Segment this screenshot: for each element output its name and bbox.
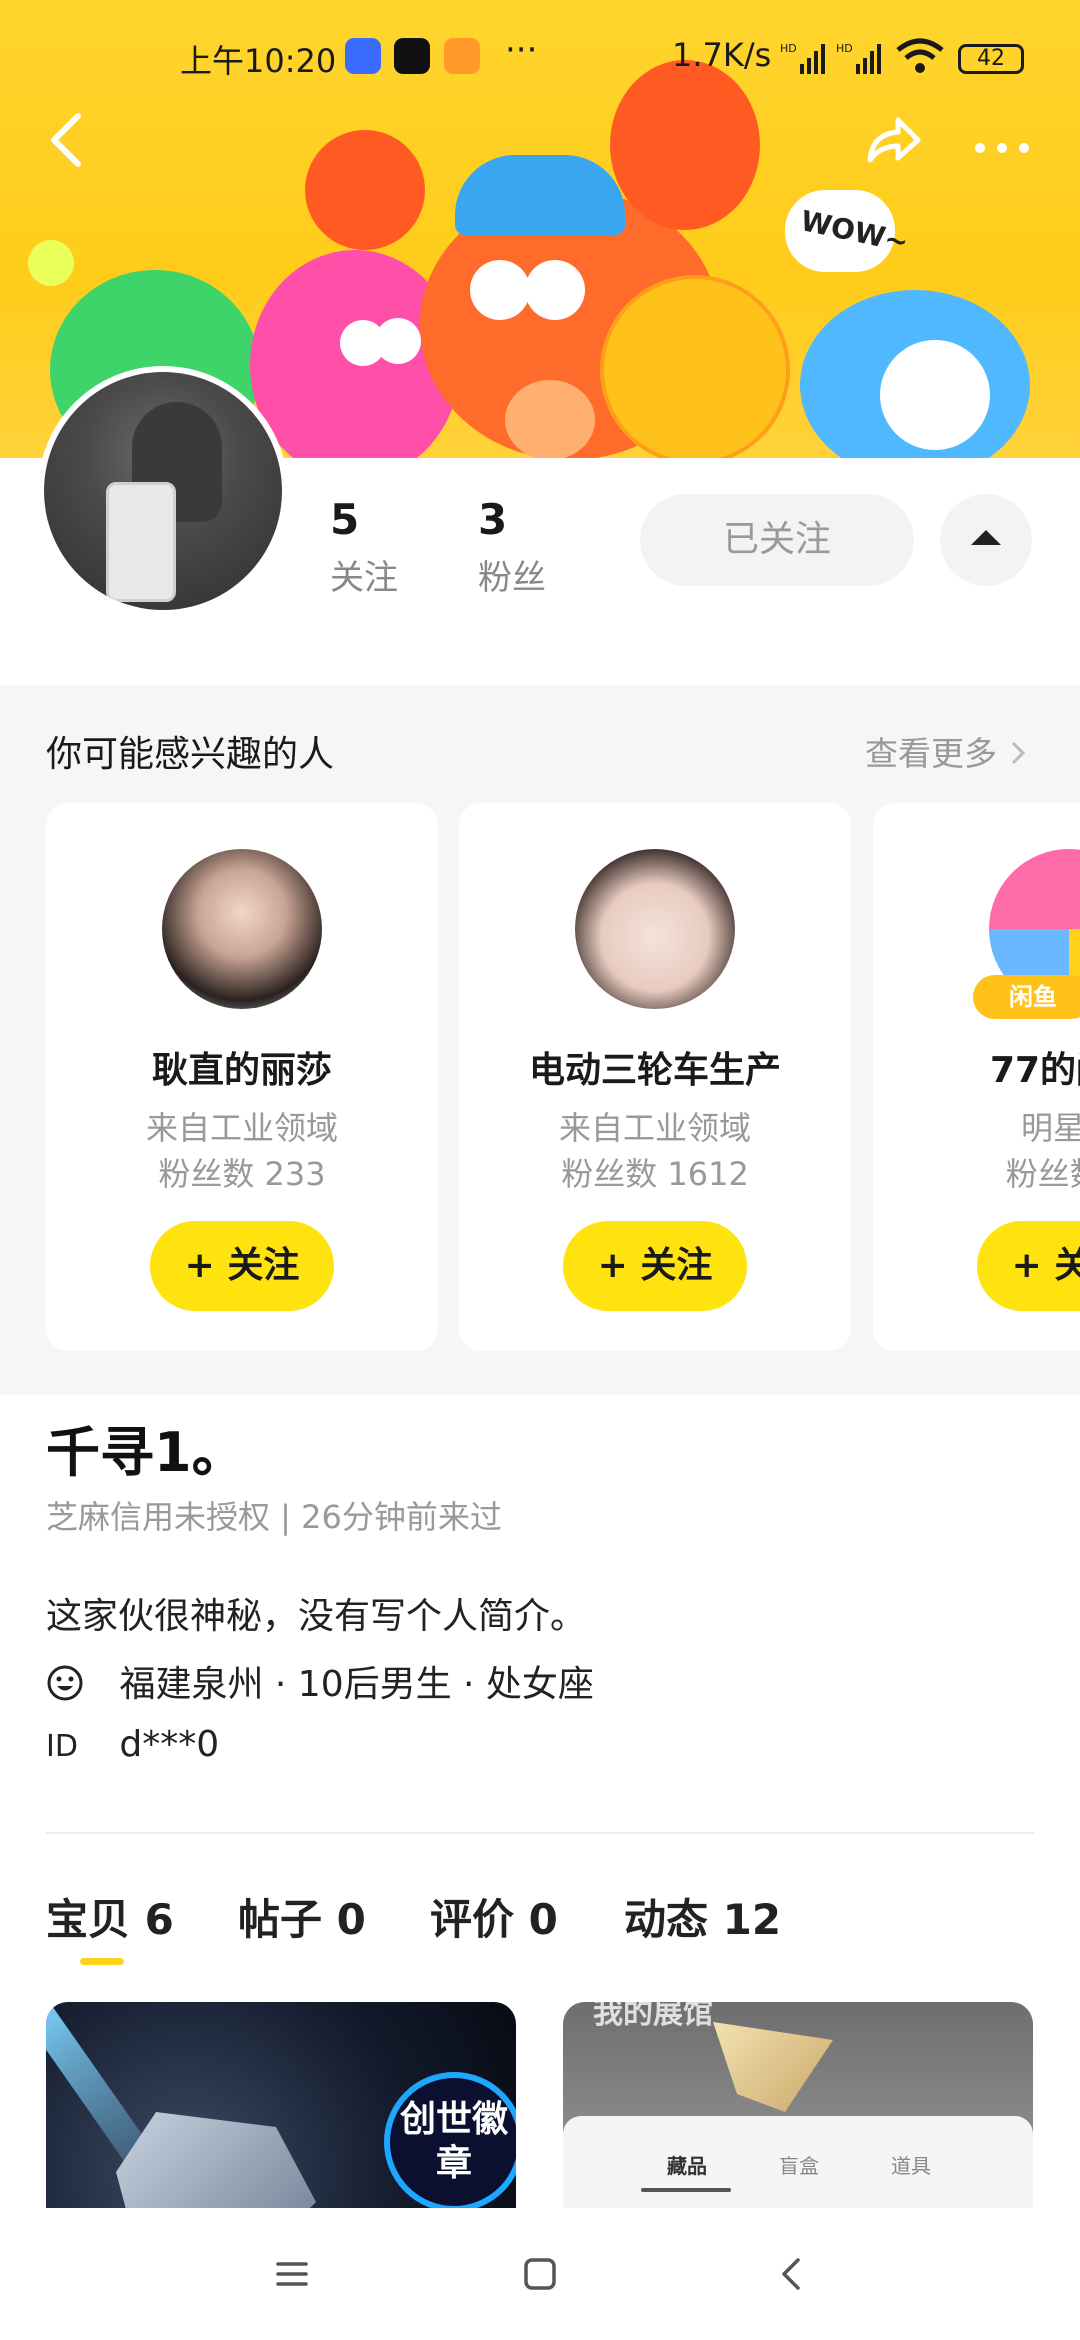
suggestion-fans: 粉丝数 1612 bbox=[561, 1155, 749, 1193]
tiktok-app-icon bbox=[394, 38, 430, 74]
home-button[interactable] bbox=[514, 2248, 566, 2300]
back-arrow-icon bbox=[51, 113, 81, 167]
active-tab-indicator bbox=[80, 1958, 124, 1965]
status-bar: 上午10:20 ··· 1.7K/s HD HD 42 bbox=[0, 30, 1080, 90]
genesis-badge: 创世徽章 bbox=[384, 2072, 516, 2212]
collapse-suggestions-button[interactable] bbox=[940, 494, 1032, 586]
smiley-icon bbox=[47, 1665, 83, 1701]
user-subline: 芝麻信用未授权 | 26分钟前来过 bbox=[46, 1498, 502, 1536]
suggestion-name: 电动三轮车生产 bbox=[528, 1050, 781, 1091]
status-time: 上午10:20 bbox=[180, 42, 337, 80]
suggestion-source: 来自工业领域 bbox=[558, 1109, 751, 1147]
suggestion-card[interactable]: 电动三轮车生产 来自工业领域 粉丝数 1612 + 关注 bbox=[459, 803, 851, 1351]
tab-items[interactable]: 宝贝 6 bbox=[46, 1886, 174, 1947]
svg-text:HD: HD bbox=[780, 42, 797, 55]
suggestion-card[interactable]: 闲鱼 77的闲置 明星琪 粉丝数 2 + 关注 bbox=[873, 803, 1080, 1351]
avatar-phone bbox=[106, 482, 176, 602]
battery-icon: 42 bbox=[958, 44, 1024, 74]
home-square-icon bbox=[524, 2258, 556, 2290]
tab-posts[interactable]: 帖子 0 bbox=[238, 1886, 366, 1947]
suggestion-source: 来自工业领域 bbox=[145, 1109, 338, 1147]
back-button[interactable] bbox=[46, 110, 86, 181]
qq-app-icon bbox=[345, 38, 381, 74]
white-face bbox=[880, 340, 990, 450]
suggestion-fans: 粉丝数 2 bbox=[1005, 1155, 1080, 1193]
back-nav-button[interactable] bbox=[766, 2248, 818, 2300]
profile-page: WOW~ 上午10:20 ··· 1.7K/s HD HD 42 5 关注 3 … bbox=[0, 0, 1080, 2340]
avatar-image bbox=[44, 372, 282, 610]
user-name: 千寻1。 bbox=[46, 1421, 246, 1484]
menu-button[interactable] bbox=[266, 2248, 318, 2300]
system-nav-bar bbox=[0, 2208, 1080, 2340]
tab-reviews[interactable]: 评价 0 bbox=[430, 1886, 558, 1947]
fans-stat[interactable]: 3 粉丝 bbox=[478, 495, 546, 599]
chevron-right-icon bbox=[1011, 741, 1025, 765]
user-location-row: 福建泉州 · 10后男生 · 处女座 bbox=[46, 1655, 594, 1707]
follow-label: 关注 bbox=[330, 558, 398, 598]
suggestions-section: 你可能感兴趣的人 查看更多 耿直的丽莎 来自工业领域 粉丝数 233 + 关注 … bbox=[0, 685, 1080, 1395]
xianyu-badge: 闲鱼 bbox=[973, 975, 1080, 1019]
user-bio: 这家伙很神秘，没有写个人简介。 bbox=[46, 1596, 587, 1637]
suggestion-source: 明星琪 bbox=[1020, 1109, 1080, 1147]
suggestion-fans: 粉丝数 233 bbox=[158, 1155, 326, 1193]
user-id-label: ID bbox=[46, 1729, 78, 1764]
eye-left bbox=[470, 260, 530, 320]
yellow-chick-character bbox=[600, 275, 790, 458]
suggestion-name: 77的闲置 bbox=[989, 1050, 1080, 1091]
showroom-tab: 藏品 bbox=[667, 2154, 707, 2178]
signal-icon-2: HD bbox=[836, 40, 882, 84]
suggestion-avatar bbox=[162, 849, 322, 1009]
suggestions-title: 你可能感兴趣的人 bbox=[46, 734, 335, 775]
showroom-tab: 道具 bbox=[891, 2154, 931, 2178]
suggestion-card[interactable]: 耿直的丽莎 来自工业领域 粉丝数 233 + 关注 bbox=[46, 803, 438, 1351]
back-triangle-icon bbox=[782, 2258, 800, 2290]
crab-claw-left bbox=[305, 130, 425, 250]
follow-button[interactable]: + 关注 bbox=[563, 1221, 747, 1311]
menu-icon bbox=[276, 2262, 308, 2286]
follow-button[interactable]: + 关注 bbox=[977, 1221, 1080, 1311]
follow-button[interactable]: + 关注 bbox=[150, 1221, 334, 1311]
follow-stat[interactable]: 5 关注 bbox=[330, 495, 398, 599]
fans-label: 粉丝 bbox=[478, 558, 546, 598]
eye-right bbox=[525, 260, 585, 320]
showroom-tab-indicator bbox=[641, 2188, 731, 2192]
showroom-title: 我的展馆 bbox=[593, 2002, 713, 2031]
showroom-object bbox=[713, 2022, 833, 2112]
user-id-value: d***0 bbox=[119, 1724, 220, 1765]
tab-activity[interactable]: 动态 12 bbox=[624, 1886, 781, 1947]
snail-character bbox=[505, 380, 595, 458]
lightbulb-icon bbox=[28, 240, 74, 286]
follow-count: 5 bbox=[330, 495, 360, 544]
wifi-icon bbox=[895, 36, 945, 84]
notes-app-icon bbox=[444, 38, 480, 74]
more-button[interactable] bbox=[972, 110, 1032, 181]
section-divider bbox=[46, 1832, 1034, 1834]
fans-count: 3 bbox=[478, 495, 508, 544]
see-more-link[interactable]: 查看更多 bbox=[865, 727, 1028, 775]
suggestion-avatar bbox=[575, 849, 735, 1009]
showroom-tab: 盲盒 bbox=[779, 2154, 819, 2178]
suggestion-name: 耿直的丽莎 bbox=[151, 1050, 332, 1091]
user-id-row: ID d***0 bbox=[46, 1724, 219, 1765]
status-more-icon: ··· bbox=[505, 30, 538, 70]
user-location: 福建泉州 · 10后男生 · 处女座 bbox=[119, 1664, 594, 1705]
item-card[interactable]: 我的展馆 藏品 盲盒 道具 bbox=[563, 2002, 1033, 2242]
avatar[interactable] bbox=[38, 366, 288, 616]
signal-icon-1: HD bbox=[780, 40, 826, 84]
svg-text:HD: HD bbox=[836, 42, 853, 55]
followed-button[interactable]: 已关注 bbox=[640, 494, 914, 586]
network-speed: 1.7K/s bbox=[672, 36, 772, 74]
share-icon bbox=[867, 117, 921, 163]
more-dots-icon bbox=[975, 143, 1029, 153]
share-button[interactable] bbox=[862, 110, 922, 181]
see-more-label: 查看更多 bbox=[865, 734, 997, 773]
item-card[interactable]: 创世徽章 bbox=[46, 2002, 516, 2242]
pink-eye-right bbox=[375, 318, 421, 364]
blue-cap bbox=[455, 155, 625, 235]
